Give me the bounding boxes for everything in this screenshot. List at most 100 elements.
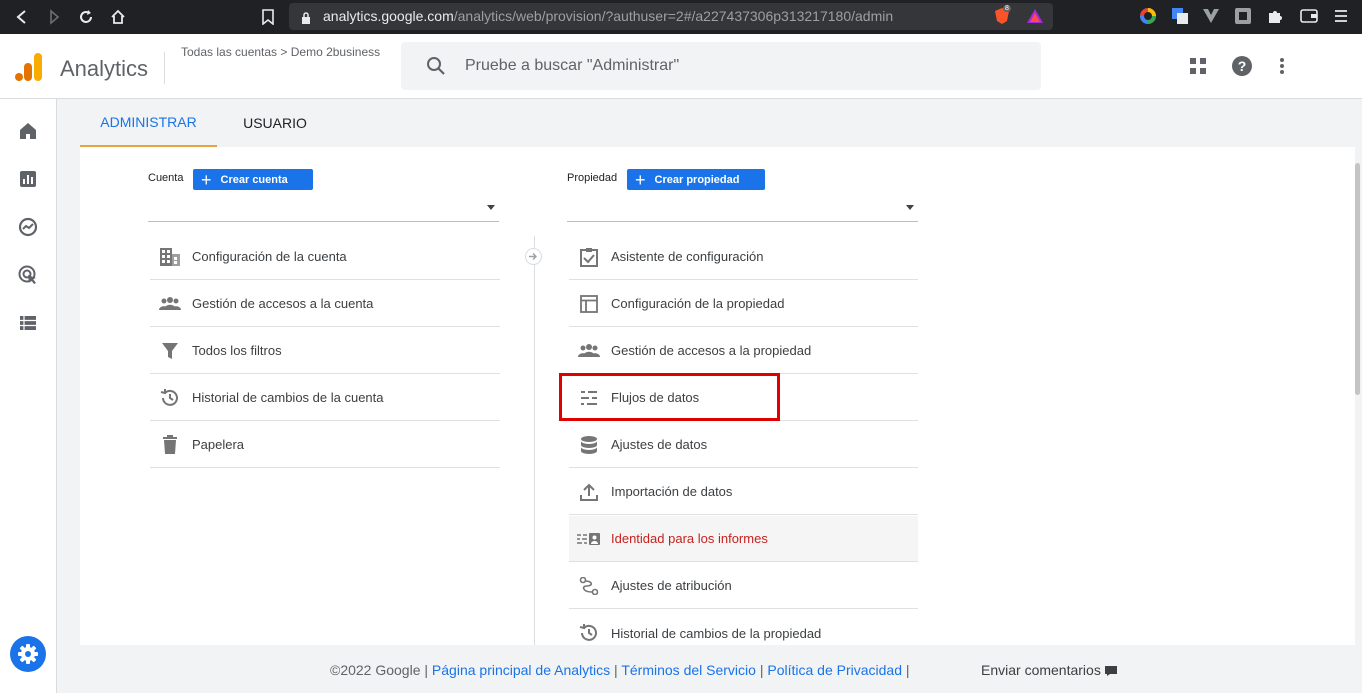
menu-trash[interactable]: Papelera	[150, 422, 500, 468]
color-extension-icon[interactable]	[1138, 6, 1158, 26]
dropdown-arrow-icon	[906, 205, 914, 210]
tab-administrar[interactable]: ADMINISTRAR	[80, 99, 217, 147]
extensions-puzzle-icon[interactable]	[1265, 6, 1285, 26]
menu-data-import[interactable]: Importación de datos	[569, 469, 918, 515]
browser-menu-icon[interactable]	[1331, 6, 1351, 26]
more-vert-icon[interactable]	[1270, 54, 1294, 78]
left-navigation-rail	[0, 99, 57, 693]
dropdown-arrow-icon	[487, 205, 495, 210]
filter-icon	[158, 339, 182, 363]
footer: ©2022 Google | Página principal de Analy…	[57, 645, 1362, 693]
people-icon	[577, 339, 601, 363]
send-feedback-button[interactable]: Enviar comentarios	[981, 662, 1117, 679]
brave-rewards-icon[interactable]	[1025, 6, 1045, 26]
footer-separator: |	[759, 662, 764, 678]
gear-icon	[17, 643, 39, 665]
footer-separator: |	[424, 662, 429, 678]
bookmark-icon[interactable]	[256, 5, 280, 29]
screenshot-extension-icon[interactable]	[1233, 6, 1253, 26]
menu-property-settings[interactable]: Configuración de la propiedad	[569, 281, 918, 327]
search-input[interactable]	[465, 42, 1025, 90]
menu-label: Configuración de la propiedad	[611, 296, 785, 311]
menu-label: Ajustes de datos	[611, 437, 708, 452]
history-icon	[158, 386, 182, 410]
brave-shield-icon[interactable]: 8	[992, 5, 1012, 26]
checkbox-icon	[577, 245, 601, 269]
brave-badge: 8	[1003, 5, 1011, 12]
feedback-label: Enviar comentarios	[981, 662, 1101, 678]
create-account-label: Crear cuenta	[220, 173, 288, 186]
footer-links: ©2022 Google | Página principal de Analy…	[330, 662, 910, 678]
translate-icon[interactable]	[1170, 6, 1190, 26]
property-selector[interactable]	[567, 197, 918, 222]
advertising-icon[interactable]	[16, 263, 40, 287]
apps-grid-icon[interactable]	[1186, 54, 1210, 78]
browser-toolbar: analytics.google.com/analytics/web/provi…	[0, 0, 1362, 34]
account-column-label: Cuenta	[148, 172, 184, 184]
menu-account-history[interactable]: Historial de cambios de la cuenta	[150, 375, 500, 421]
url-host: analytics.google.com	[323, 8, 454, 24]
tab-usuario[interactable]: USUARIO	[225, 99, 325, 147]
column-divider	[534, 236, 535, 645]
home-icon[interactable]	[16, 119, 40, 143]
analytics-logo-icon[interactable]	[15, 52, 43, 87]
configure-list-icon[interactable]	[16, 311, 40, 335]
link-privacy[interactable]: Política de Privacidad	[767, 662, 902, 678]
menu-label: Historial de cambios de la propiedad	[611, 625, 822, 641]
forward-icon[interactable]	[42, 5, 66, 29]
account-breadcrumb[interactable]: Todas las cuentas > Demo 2business	[181, 45, 380, 59]
admin-tabs: ADMINISTRAR USUARIO	[80, 99, 1362, 147]
url-text: analytics.google.com/analytics/web/provi…	[323, 8, 893, 24]
menu-data-settings[interactable]: Ajustes de datos	[569, 422, 918, 468]
menu-setup-assistant[interactable]: Asistente de configuración	[569, 234, 918, 280]
history-icon	[577, 621, 601, 645]
menu-label: Gestión de accesos a la propiedad	[611, 343, 812, 358]
app-header: Analytics Todas las cuentas > Demo 2busi…	[0, 34, 1362, 99]
url-path: /analytics/web/provision/?authuser=2#/a2…	[453, 8, 894, 24]
menu-label: Historial de cambios de la cuenta	[192, 390, 384, 405]
arrow-right-icon	[525, 248, 542, 265]
menu-label: Identidad para los informes	[611, 531, 768, 546]
lock-icon	[301, 11, 311, 29]
menu-account-settings[interactable]: Configuración de la cuenta	[150, 234, 500, 280]
search-box[interactable]	[401, 42, 1041, 90]
menu-reporting-identity[interactable]: Identidad para los informes	[569, 516, 918, 562]
menu-account-access[interactable]: Gestión de accesos a la cuenta	[150, 281, 500, 327]
highlight-annotation	[559, 373, 780, 421]
link-analytics-home[interactable]: Página principal de Analytics	[432, 662, 610, 678]
menu-label: Configuración de la cuenta	[192, 249, 347, 264]
footer-separator: |	[905, 662, 910, 678]
menu-label: Importación de datos	[611, 484, 733, 499]
header-divider	[164, 52, 165, 84]
account-selector[interactable]	[148, 197, 499, 222]
admin-settings-button[interactable]	[10, 636, 46, 672]
reports-icon[interactable]	[16, 167, 40, 191]
menu-attribution-settings[interactable]: Ajustes de atribución	[569, 563, 918, 609]
search-icon	[426, 56, 446, 81]
scrollbar-thumb[interactable]	[1355, 163, 1360, 395]
layout-icon	[577, 292, 601, 316]
feedback-icon	[1104, 663, 1117, 679]
copyright: ©2022 Google	[330, 662, 421, 678]
create-account-button[interactable]: + Crear cuenta	[193, 169, 313, 190]
create-property-button[interactable]: + Crear propiedad	[627, 169, 765, 190]
home-browser-icon[interactable]	[106, 5, 130, 29]
wallet-icon[interactable]	[1299, 6, 1319, 26]
menu-all-filters[interactable]: Todos los filtros	[150, 328, 500, 374]
back-icon[interactable]	[10, 5, 34, 29]
database-icon	[577, 433, 601, 457]
upload-icon	[577, 480, 601, 504]
menu-property-access[interactable]: Gestión de accesos a la propiedad	[569, 328, 918, 374]
property-column-label: Propiedad	[567, 172, 618, 184]
explore-icon[interactable]	[16, 215, 40, 239]
help-icon[interactable]: ?	[1230, 54, 1254, 78]
svg-text:?: ?	[1238, 58, 1247, 74]
footer-separator: |	[614, 662, 618, 678]
trash-icon	[158, 433, 182, 457]
address-bar[interactable]: analytics.google.com/analytics/web/provi…	[289, 3, 1053, 30]
menu-label: Papelera	[192, 437, 245, 452]
link-terms[interactable]: Términos del Servicio	[621, 662, 756, 678]
reporting-identity-icon	[577, 527, 601, 551]
reload-icon[interactable]	[74, 5, 98, 29]
vue-devtools-icon[interactable]	[1201, 6, 1221, 26]
